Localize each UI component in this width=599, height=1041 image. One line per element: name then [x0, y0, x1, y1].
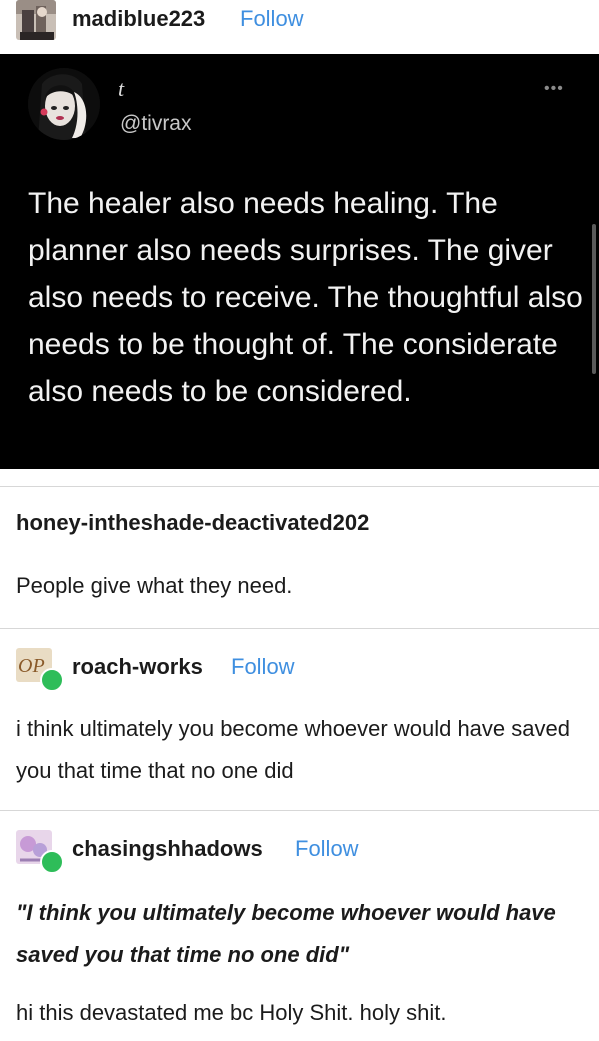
reblog-text-honey: People give what they need. [16, 573, 293, 598]
reblog-text-chasing: hi this devastated me bc Holy Shit. holy… [16, 1000, 447, 1025]
reblog-text-roach: i think ultimately you become whoever wo… [16, 716, 570, 783]
post-header: madiblue223 Follow [0, 0, 599, 40]
tweet-display-name: t [118, 76, 125, 101]
reblog-quote-chasing: "I think you ultimately become whoever w… [16, 900, 556, 967]
chasingshhadows-username[interactable]: chasingshhadows [72, 836, 263, 862]
divider [0, 810, 599, 811]
reblog-icon [40, 850, 64, 874]
author-username[interactable]: madiblue223 [72, 6, 205, 32]
scrollbar[interactable] [592, 224, 596, 374]
roach-works-username[interactable]: roach-works [72, 654, 203, 680]
tweet-text: The healer also needs healing. The plann… [28, 187, 583, 408]
tweet-screenshot: t @tivrax ••• The healer also needs heal… [0, 54, 599, 469]
divider [0, 486, 599, 487]
tweet-avatar [28, 68, 100, 140]
follow-button[interactable]: Follow [240, 6, 304, 32]
reblog-username-honey[interactable]: honey-intheshade-deactivated202 [16, 510, 369, 536]
author-avatar[interactable] [16, 0, 56, 40]
more-options-icon[interactable]: ••• [544, 80, 564, 98]
reblog-header-roach: OP roach-works Follow [0, 646, 599, 692]
follow-button-roach[interactable]: Follow [231, 654, 295, 680]
reblog-header-chasing: chasingshhadows Follow [0, 828, 599, 874]
tweet-handle: @tivrax [120, 112, 192, 135]
divider [0, 628, 599, 629]
follow-button-chasing[interactable]: Follow [295, 836, 359, 862]
reblog-icon [40, 668, 64, 692]
